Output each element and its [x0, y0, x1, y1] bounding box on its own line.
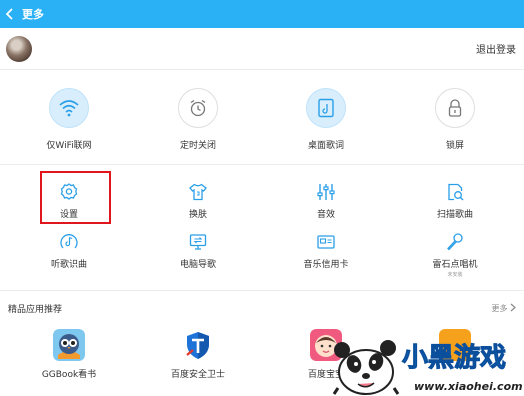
- more-link[interactable]: 更多: [491, 303, 516, 314]
- grid-item-song-recognition[interactable]: 听歌识曲: [14, 231, 124, 270]
- toggle-lock-screen[interactable]: 锁屏: [400, 88, 510, 151]
- grid-label: 扫描歌曲: [436, 210, 473, 220]
- tshirt-icon: [189, 183, 207, 201]
- grid-label: 音乐信用卡: [303, 260, 349, 270]
- user-row: 退出登录: [0, 28, 524, 70]
- watermark-title: 小黑游戏: [402, 343, 506, 373]
- toggle-label: 锁屏: [445, 141, 464, 151]
- chevron-left-icon: [5, 8, 13, 20]
- alarm-clock-icon: [190, 99, 206, 117]
- microphone-icon: [447, 233, 463, 251]
- grid-item-karaoke[interactable]: 雷石点唱机 未安装: [400, 231, 510, 278]
- app-item-ggbook[interactable]: GGBook看书: [14, 329, 124, 380]
- equalizer-icon: [317, 184, 335, 200]
- grid-label: 电脑导歌: [179, 260, 216, 270]
- grid-label: 音效: [316, 210, 335, 220]
- credit-card-icon: [317, 235, 335, 249]
- chevron-right-icon: [510, 303, 516, 312]
- baidu-security-shield-icon: [182, 329, 214, 361]
- divider: [0, 164, 524, 165]
- grid-label: 换肤: [188, 210, 207, 220]
- section-title: 精品应用推荐: [8, 305, 63, 315]
- grid-label: 听歌识曲: [50, 260, 87, 270]
- grid-item-music-credit-card[interactable]: 音乐信用卡: [271, 231, 381, 270]
- top-bar: 更多: [0, 0, 524, 28]
- lock-icon: [448, 99, 462, 117]
- highlight-box: [40, 171, 111, 224]
- toggle-label: 定时关闭: [179, 141, 216, 151]
- toggle-label: 仅WiFi联网: [46, 141, 92, 151]
- panda-mascot-icon: [332, 340, 400, 395]
- toggle-sleep-timer[interactable]: 定时关闭: [143, 88, 253, 151]
- watermark-url: www.xiaohei.com: [414, 380, 523, 393]
- grid-label: 雷石点唱机: [432, 260, 478, 270]
- divider: [0, 290, 524, 291]
- not-installed-note: 未安装: [447, 272, 463, 278]
- more-label: 更多: [491, 304, 508, 313]
- app-label: GGBook看书: [41, 370, 97, 380]
- recommend-header: 精品应用推荐 更多: [8, 302, 516, 315]
- toggle-desktop-lyrics[interactable]: 桌面歌词: [271, 88, 381, 151]
- wifi-icon: [59, 100, 79, 117]
- toggle-wifi-only[interactable]: 仅WiFi联网: [14, 88, 124, 151]
- back-button[interactable]: [0, 0, 20, 28]
- grid-item-pc-transfer[interactable]: 电脑导歌: [143, 231, 253, 270]
- app-item-baidu-security[interactable]: 百度安全卫士: [143, 329, 253, 380]
- pc-transfer-icon: [189, 234, 207, 250]
- ggbook-owl-icon: [53, 329, 85, 361]
- grid-item-sound-effects[interactable]: 音效: [271, 181, 381, 220]
- grid-item-skin[interactable]: 换肤: [143, 181, 253, 220]
- desktop-lyrics-icon: [318, 98, 334, 118]
- grid-item-scan-songs[interactable]: 扫描歌曲: [400, 181, 510, 220]
- scan-music-icon: [448, 183, 464, 201]
- logout-button[interactable]: 退出登录: [476, 41, 516, 56]
- toggle-label: 桌面歌词: [307, 141, 344, 151]
- page-title: 更多: [22, 8, 44, 21]
- song-recognition-icon: [60, 234, 78, 249]
- app-label: 百度安全卫士: [170, 370, 225, 380]
- avatar[interactable]: [6, 35, 32, 62]
- watermark-logo: 小黑游戏 www.xiaohei.com: [332, 328, 524, 396]
